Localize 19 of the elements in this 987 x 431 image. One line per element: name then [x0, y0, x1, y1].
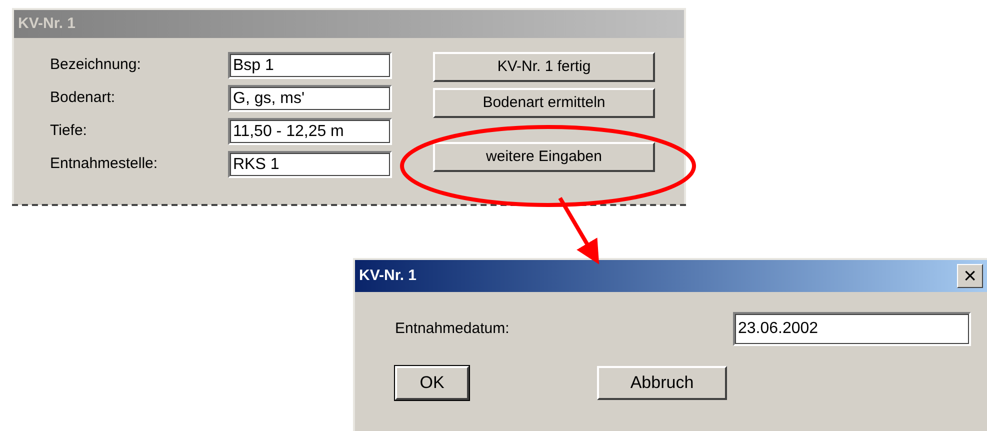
input-field[interactable]: G, gs, ms' — [228, 85, 392, 112]
input-field[interactable]: Bsp 1 — [228, 52, 392, 79]
dialog-button[interactable]: weitere Eingaben — [433, 142, 655, 172]
dialog-button[interactable]: OK — [395, 366, 469, 400]
dialog-button[interactable]: Abbruch — [597, 366, 727, 400]
field-label: Entnahmestelle: — [50, 154, 159, 174]
input-field[interactable]: RKS 1 — [228, 151, 392, 178]
window-title: KV-Nr. 1 — [359, 266, 417, 286]
input-field[interactable]: 11,50 - 12,25 m — [228, 118, 392, 145]
close-button[interactable]: × — [957, 264, 983, 288]
input-field[interactable]: 23.06.2002 — [733, 312, 971, 346]
window-title: KV-Nr. 1 — [18, 14, 76, 34]
dialog-button[interactable]: KV-Nr. 1 fertig — [433, 52, 655, 82]
arrow — [558, 196, 600, 264]
field-label: Tiefe: — [50, 121, 88, 142]
dialog-button[interactable]: Bodenart ermitteln — [433, 88, 655, 118]
field-label: Bezeichnung: — [50, 55, 142, 76]
field-label: Entnahmedatum: — [395, 318, 510, 339]
field-label: Bodenart: — [50, 88, 116, 108]
